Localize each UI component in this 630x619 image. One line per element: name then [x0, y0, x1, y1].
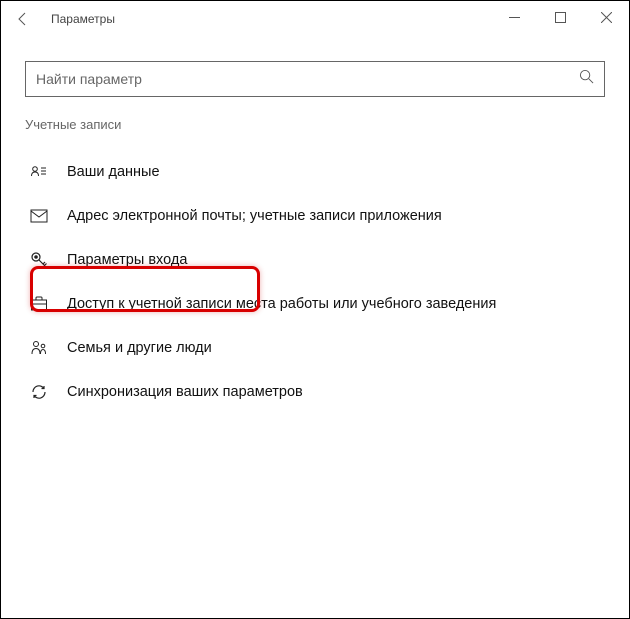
close-icon: [601, 12, 612, 23]
person-card-icon: [29, 162, 49, 182]
nav-item-label: Параметры входа: [67, 252, 187, 268]
nav-item-label: Доступ к учетной записи места работы или…: [67, 296, 496, 312]
nav-item-email[interactable]: Адрес электронной почты; учетные записи …: [25, 194, 605, 238]
mail-icon: [29, 206, 49, 226]
maximize-button[interactable]: [537, 1, 583, 33]
nav-item-signin-options[interactable]: Параметры входа: [25, 238, 605, 282]
nav-item-sync[interactable]: Синхронизация ваших параметров: [25, 370, 605, 414]
arrow-left-icon: [15, 11, 31, 27]
settings-window: Параметры: [1, 1, 629, 618]
back-button[interactable]: [1, 1, 45, 37]
titlebar: Параметры: [1, 1, 629, 37]
nav-item-your-info[interactable]: Ваши данные: [25, 150, 605, 194]
content: Учетные записи Ваши данные: [1, 37, 629, 414]
minimize-button[interactable]: [491, 1, 537, 33]
people-icon: [29, 338, 49, 358]
nav-item-work-access[interactable]: Доступ к учетной записи места работы или…: [25, 282, 605, 326]
search-box[interactable]: [25, 61, 605, 97]
nav-item-label: Ваши данные: [67, 164, 160, 180]
briefcase-icon: [29, 294, 49, 314]
key-icon: [29, 250, 49, 270]
window-title: Параметры: [45, 12, 115, 26]
maximize-icon: [555, 12, 566, 23]
section-heading: Учетные записи: [25, 117, 605, 132]
minimize-icon: [509, 12, 520, 23]
nav-item-family[interactable]: Семья и другие люди: [25, 326, 605, 370]
nav-item-label: Синхронизация ваших параметров: [67, 384, 303, 400]
search-input[interactable]: [36, 71, 579, 87]
window-controls: [491, 1, 629, 33]
nav-list: Ваши данные Адрес электронной почты; уче…: [25, 150, 605, 414]
search-icon: [579, 69, 594, 89]
close-button[interactable]: [583, 1, 629, 33]
nav-item-label: Адрес электронной почты; учетные записи …: [67, 208, 442, 224]
sync-icon: [29, 382, 49, 402]
nav-item-label: Семья и другие люди: [67, 340, 212, 356]
